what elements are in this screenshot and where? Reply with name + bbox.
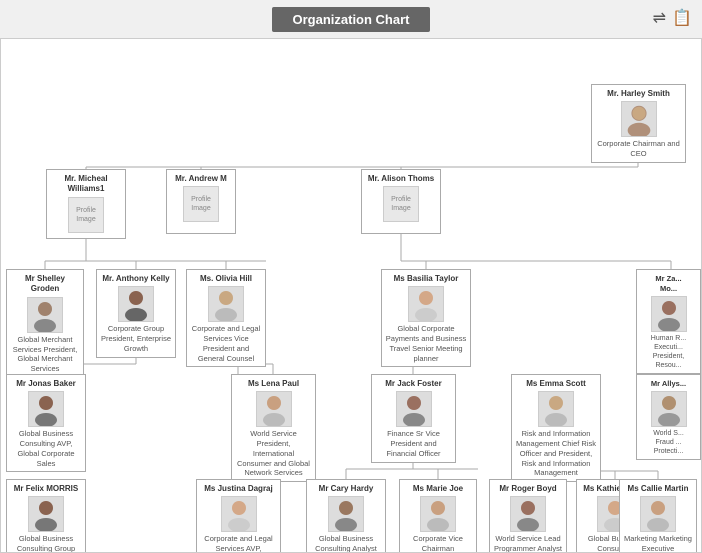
node-cary-img <box>328 496 364 532</box>
node-emma-name: Ms Emma Scott <box>515 379 597 389</box>
node-andrew-img: ProfileImage <box>183 186 219 222</box>
node-basilia-img <box>408 286 444 322</box>
outer-container: Organization Chart ⇌ 📋 <box>0 0 702 553</box>
node-justina-title: Corporate and Legal Services AVP, Corpor… <box>200 534 277 553</box>
toolbar-icons: ⇌ 📋 <box>653 8 692 28</box>
node-roger-name: Mr Roger Boyd <box>493 484 563 494</box>
node-allys-img <box>651 391 687 427</box>
node-emma-title: Risk and Information Management Chief Ri… <box>515 429 597 478</box>
node-shelley-name: Mr Shelley Groden <box>10 274 80 295</box>
node-callie-title: Marketing Marketing Executive <box>623 534 693 553</box>
shuffle-icon[interactable]: ⇌ <box>653 8 666 28</box>
node-allys-name: Mr Allys... <box>640 379 697 389</box>
node-andrew[interactable]: Mr. Andrew M ProfileImage <box>166 169 236 234</box>
node-andrew-name: Mr. Andrew M <box>170 174 232 184</box>
node-roger-title: World Service Lead Programmer Analyst <box>493 534 563 553</box>
node-anthony-title: Corporate Group President, Enterprise Gr… <box>100 324 172 353</box>
node-jack-title: Finance Sr Vice President and Financial … <box>375 429 452 458</box>
node-justina-img <box>221 496 257 532</box>
node-alison-img: ProfileImage <box>383 186 419 222</box>
node-harley-title: Corporate Chairman and CEO <box>595 139 682 159</box>
node-felix[interactable]: Mr Felix MORRIS Global Business Consulti… <box>6 479 86 553</box>
node-alison[interactable]: Mr. Alison Thoms ProfileImage <box>361 169 441 234</box>
node-felix-title: Global Business Consulting Group Preside… <box>10 534 82 553</box>
node-shelley-title: Global Merchant Services President, Glob… <box>10 335 80 374</box>
node-marie[interactable]: Ms Marie Joe Corporate Vice Chairman <box>399 479 477 553</box>
node-anthony-img <box>118 286 154 322</box>
node-justina-name: Ms Justina Dagraj <box>200 484 277 494</box>
node-harley-img <box>621 101 657 137</box>
node-marie-img <box>420 496 456 532</box>
node-allys-title: World S...Fraud ...Protecti... <box>640 429 697 456</box>
chart-area: Mr. Harley Smith Corporate Chairman and … <box>0 38 702 553</box>
node-harley[interactable]: Mr. Harley Smith Corporate Chairman and … <box>591 84 686 163</box>
node-olivia-img <box>208 286 244 322</box>
node-felix-img <box>28 496 64 532</box>
node-roger-img <box>510 496 546 532</box>
node-jack[interactable]: Mr Jack Foster Finance Sr Vice President… <box>371 374 456 463</box>
node-zamod[interactable]: Mr Za...Mo... Human R...Executi...Presid… <box>636 269 701 374</box>
node-roger[interactable]: Mr Roger Boyd World Service Lead Program… <box>489 479 567 553</box>
node-jonas-title: Global Business Consulting AVP, Global C… <box>10 429 82 468</box>
node-felix-name: Mr Felix MORRIS <box>10 484 82 494</box>
node-jonas-img <box>28 391 64 427</box>
top-bar: Organization Chart ⇌ 📋 <box>0 0 702 38</box>
node-lena[interactable]: Ms Lena Paul World Service President, In… <box>231 374 316 482</box>
node-jack-img <box>396 391 432 427</box>
node-callie-name: Ms Callie Martin <box>623 484 693 494</box>
node-zamod-title: Human R...Executi...President, Resou... <box>640 334 697 370</box>
node-jonas[interactable]: Mr Jonas Baker Global Business Consultin… <box>6 374 86 472</box>
node-callie[interactable]: Ms Callie Martin Marketing Marketing Exe… <box>619 479 697 553</box>
node-zamod-img <box>651 296 687 332</box>
node-olivia-title: Corporate and Legal Services Vice Presid… <box>190 324 262 363</box>
chart-title: Organization Chart <box>272 7 429 32</box>
node-anthony-name: Mr. Anthony Kelly <box>100 274 172 284</box>
node-shelley-img <box>27 297 63 333</box>
node-jack-name: Mr Jack Foster <box>375 379 452 389</box>
info-icon[interactable]: 📋 <box>672 8 692 28</box>
node-emma-img <box>538 391 574 427</box>
node-jonas-name: Mr Jonas Baker <box>10 379 82 389</box>
node-marie-name: Ms Marie Joe <box>403 484 473 494</box>
node-justina[interactable]: Ms Justina Dagraj Corporate and Legal Se… <box>196 479 281 553</box>
node-cary[interactable]: Mr Cary Hardy Global Business Consulting… <box>306 479 386 553</box>
node-shelley[interactable]: Mr Shelley Groden Global Merchant Servic… <box>6 269 84 378</box>
node-olivia[interactable]: Ms. Olivia Hill Corporate and Legal Serv… <box>186 269 266 367</box>
node-zamod-name: Mr Za...Mo... <box>640 274 697 294</box>
node-cary-title: Global Business Consulting Analyst <box>310 534 382 553</box>
node-cary-name: Mr Cary Hardy <box>310 484 382 494</box>
node-basilia[interactable]: Ms Basilia Taylor Global Corporate Payme… <box>381 269 471 367</box>
node-anthony[interactable]: Mr. Anthony Kelly Corporate Group Presid… <box>96 269 176 358</box>
node-lena-name: Ms Lena Paul <box>235 379 312 389</box>
node-basilia-name: Ms Basilia Taylor <box>385 274 467 284</box>
node-micheal-img: ProfileImage <box>68 197 104 233</box>
node-marie-title: Corporate Vice Chairman <box>403 534 473 553</box>
node-harley-name: Mr. Harley Smith <box>595 89 682 99</box>
node-olivia-name: Ms. Olivia Hill <box>190 274 262 284</box>
node-basilia-title: Global Corporate Payments and Business T… <box>385 324 467 363</box>
node-lena-title: World Service President, International C… <box>235 429 312 478</box>
node-micheal-name: Mr. Micheal Williams1 <box>50 174 122 195</box>
node-alison-name: Mr. Alison Thoms <box>365 174 437 184</box>
node-micheal[interactable]: Mr. Micheal Williams1 ProfileImage <box>46 169 126 239</box>
node-allys[interactable]: Mr Allys... World S...Fraud ...Protecti.… <box>636 374 701 460</box>
node-lena-img <box>256 391 292 427</box>
node-emma[interactable]: Ms Emma Scott Risk and Information Manag… <box>511 374 601 482</box>
node-callie-img <box>640 496 676 532</box>
